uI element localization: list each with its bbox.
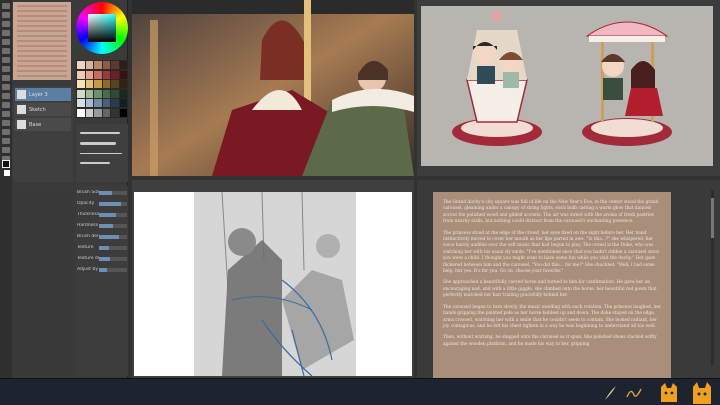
reference-memo-panel <box>13 2 71 80</box>
sub-tool-panel <box>13 186 73 376</box>
tool-property-slider[interactable] <box>99 267 127 272</box>
document-scrollbar[interactable] <box>711 190 714 365</box>
tool-property-label: Brush Size <box>77 190 99 195</box>
tool-property-label: Brush density <box>77 234 99 239</box>
balloon-tool-icon[interactable] <box>2 138 10 144</box>
tool-property-row[interactable]: Thickness <box>77 210 127 219</box>
story-paragraph: The Grand duchy's city square was full o… <box>443 200 659 225</box>
sub-color-swatch[interactable] <box>4 170 10 176</box>
blend-tool-icon[interactable] <box>2 111 10 117</box>
brush-stroke-preview[interactable] <box>80 142 116 145</box>
layer-label: Base <box>29 121 42 128</box>
slider-fill <box>99 201 122 206</box>
tool-property-slider[interactable] <box>99 223 127 228</box>
gradient-tool-icon[interactable] <box>2 102 10 108</box>
tool-property-slider[interactable] <box>99 256 127 261</box>
slider-fill <box>99 223 113 228</box>
eraser-tool-icon[interactable] <box>2 21 10 27</box>
tool-property-label: Thickness <box>77 212 99 217</box>
tool-property-label: Texture <box>77 245 94 250</box>
brush-stroke-panel[interactable] <box>76 124 128 182</box>
fill-tool-icon[interactable] <box>2 39 10 45</box>
tool-property-slider[interactable] <box>99 234 127 239</box>
tool-property-slider[interactable] <box>99 190 127 195</box>
slider-fill <box>99 190 112 195</box>
tool-property-row[interactable]: Brush density <box>77 232 127 241</box>
story-page: The Grand duchy's city square was full o… <box>433 192 671 378</box>
canvas-sketch[interactable] <box>132 180 414 378</box>
color-picker-square[interactable] <box>88 14 116 42</box>
cat-logo-icon <box>693 382 711 404</box>
slider-fill <box>99 212 116 217</box>
story-paragraph: Then, without warning, he stepped onto t… <box>443 335 657 347</box>
brush-stroke-preview[interactable] <box>80 153 122 154</box>
text-tool-icon[interactable] <box>2 57 10 63</box>
color-wheel[interactable] <box>76 2 128 54</box>
main-color-swatch[interactable] <box>2 160 10 168</box>
layer-item[interactable]: Base <box>15 118 71 131</box>
canvas-chibi-teacups[interactable] <box>417 0 720 176</box>
tool-property-label: Texture density <box>77 256 99 261</box>
sketch-illustration <box>132 180 414 378</box>
brush-stroke-preview[interactable] <box>80 132 120 134</box>
ruler-tool-icon[interactable] <box>2 120 10 126</box>
tool-property-label: Adjust by speed <box>77 267 99 272</box>
canvas-illustration-color[interactable] <box>132 0 414 176</box>
story-paragraph: She approached a beautifully carved hors… <box>443 280 657 299</box>
tool-property-slider[interactable] <box>99 201 127 206</box>
correct-line-tool-icon[interactable] <box>2 147 10 153</box>
tool-property-row[interactable]: Texture density <box>77 254 127 263</box>
color-swatch-palette[interactable] <box>76 60 128 118</box>
layer-label: Layer 3 <box>29 91 48 98</box>
brush-stroke-preview[interactable] <box>80 162 110 164</box>
tool-property-row[interactable]: Hardness <box>77 221 127 230</box>
tool-property-label: Hardness <box>77 223 99 228</box>
slider-fill <box>99 256 111 261</box>
story-document-view: The Grand duchy's city square was full o… <box>417 180 720 378</box>
frame-tool-icon[interactable] <box>2 129 10 135</box>
layer-thumbnail <box>17 120 26 129</box>
feather-icon <box>605 386 616 400</box>
tool-property-row[interactable]: Texture <box>77 243 127 252</box>
layer-label: Sketch <box>29 106 46 113</box>
carousel-illustration <box>132 0 414 176</box>
hand-tool-icon[interactable] <box>2 75 10 81</box>
select-tool-icon[interactable] <box>2 30 10 36</box>
brush-tool-icon[interactable] <box>2 12 10 18</box>
slider-fill <box>99 267 108 272</box>
signature-logo-icon <box>626 388 642 398</box>
shape-tool-icon[interactable] <box>2 93 10 99</box>
teacup-illustration <box>417 0 720 176</box>
tool-property-panel: Brush Size Opacity Thickness Hardness Brush … <box>76 186 128 376</box>
slider-fill <box>99 245 109 250</box>
layer-thumbnail <box>17 105 26 114</box>
tool-property-slider[interactable] <box>99 245 127 250</box>
left-panel: Layer 3 Sketch Base Brush Size Opacity Thi… <box>0 0 128 378</box>
tool-property-row[interactable]: Adjust by speed <box>77 265 127 274</box>
pen-tool-icon[interactable] <box>2 3 10 9</box>
layer-thumbnail <box>17 90 26 99</box>
slider-fill <box>99 234 119 239</box>
story-paragraph: The carousel began to turn slowly, the m… <box>443 304 661 329</box>
scrollbar-thumb[interactable] <box>711 198 714 238</box>
story-paragraph: The princess stood at the edge of the cr… <box>443 230 659 275</box>
zoom-tool-icon[interactable] <box>2 84 10 90</box>
taskbar <box>0 378 720 405</box>
tool-property-row[interactable]: Brush Size <box>77 188 127 197</box>
layer-panel: Layer 3 Sketch Base <box>13 86 73 182</box>
move-tool-icon[interactable] <box>2 48 10 54</box>
app-window: Layer 3 Sketch Base Brush Size Opacity Thi… <box>0 0 720 405</box>
layer-item[interactable]: Sketch <box>15 103 71 116</box>
tool-strip <box>0 0 12 378</box>
eyedropper-tool-icon[interactable] <box>2 66 10 72</box>
layer-item[interactable]: Layer 3 <box>15 88 71 101</box>
tool-property-row[interactable]: Opacity <box>77 199 127 208</box>
tool-property-label: Opacity <box>77 201 95 206</box>
cat-logo-icon <box>661 383 677 402</box>
tool-property-slider[interactable] <box>99 212 127 217</box>
